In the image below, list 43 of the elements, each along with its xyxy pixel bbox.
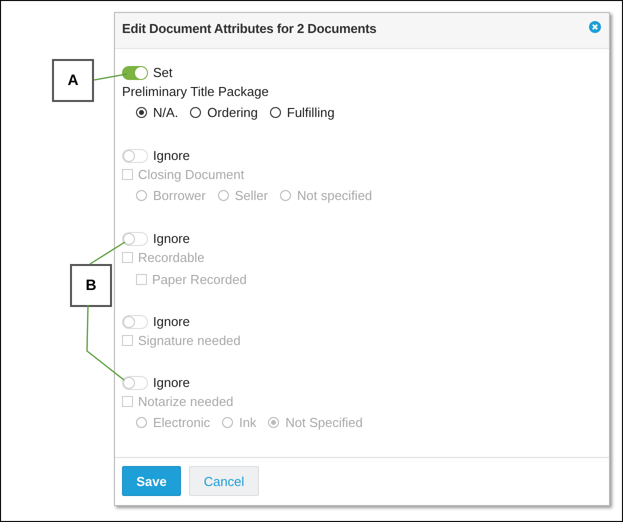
field-label: Preliminary Title Package <box>122 84 269 99</box>
radio-label: Ordering <box>207 105 258 120</box>
close-icon[interactable] <box>589 21 601 33</box>
radio-label: Borrower <box>153 188 206 203</box>
save-button[interactable]: Save <box>122 466 181 496</box>
toggle-label: Ignore <box>153 314 190 329</box>
radio-label: Not Specified <box>285 415 363 430</box>
radio-button[interactable] <box>218 190 229 201</box>
radio-button[interactable] <box>270 107 281 118</box>
checkbox[interactable] <box>122 169 133 180</box>
checkbox[interactable] <box>122 335 133 346</box>
radio-button[interactable] <box>136 417 147 428</box>
checkbox[interactable] <box>136 274 147 285</box>
radio-button[interactable] <box>268 417 280 428</box>
radio-label: Seller <box>234 188 268 203</box>
cancel-button[interactable]: Cancel <box>189 466 259 496</box>
radio-button[interactable] <box>190 107 202 118</box>
radio-label: Not specified <box>297 188 372 203</box>
checkbox-label: Paper Recorded <box>152 272 247 287</box>
leader-line <box>90 241 126 265</box>
callout-label: A <box>52 59 94 102</box>
checkbox[interactable] <box>122 396 133 407</box>
radio-label: N/A. <box>153 105 178 120</box>
toggle-label: Ignore <box>153 148 190 163</box>
radio-label: Ink <box>239 415 256 430</box>
radio-button[interactable] <box>136 107 147 118</box>
checkbox-label: Notarize needed <box>138 394 234 409</box>
callout-label: B <box>70 264 112 307</box>
toggle-label: Ignore <box>153 231 190 246</box>
toggle-switch[interactable] <box>122 66 148 80</box>
checkbox-label: Signature needed <box>138 333 241 348</box>
radio-button[interactable] <box>280 190 291 201</box>
radio-label: Electronic <box>153 415 210 430</box>
radio-button[interactable] <box>136 190 147 201</box>
checkbox-label: Recordable <box>138 250 204 265</box>
checkbox[interactable] <box>122 252 133 263</box>
toggle-label: Set <box>153 65 173 80</box>
radio-button[interactable] <box>222 417 234 428</box>
leader-line <box>94 73 128 81</box>
checkbox-label: Closing Document <box>138 167 244 182</box>
dialog-title: Edit Document Attributes for 2 Documents <box>122 21 376 36</box>
radio-label: Fulfilling <box>286 105 335 120</box>
toggle-label: Ignore <box>153 375 190 390</box>
